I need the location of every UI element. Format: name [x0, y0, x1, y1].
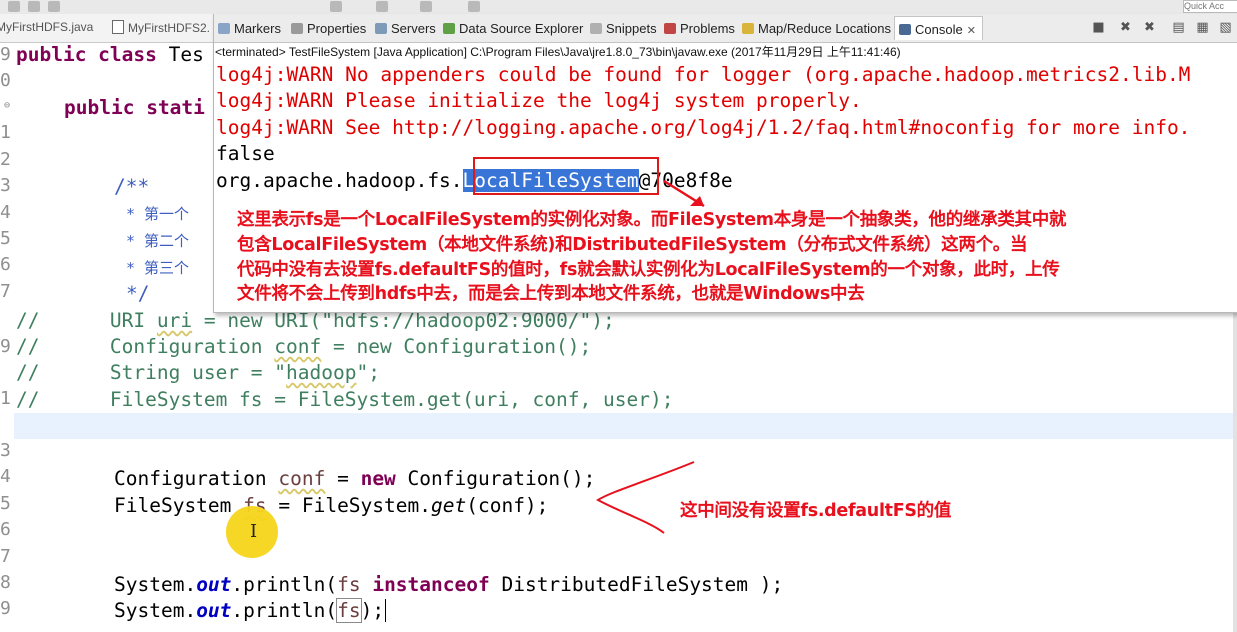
annotation-line: 这里表示fs是一个LocalFileSystem的实例化对象。而FileSyst…	[237, 210, 1067, 230]
annotation-line: 包含LocalFileSystem（本地文件系统)和DistributedFil…	[237, 235, 1028, 255]
text-cursor-icon: I	[250, 521, 258, 542]
annotation-line: 代码中没有去设置fs.defaultFS的值时，fs就会默认实例化为LocalF…	[237, 260, 1060, 280]
annotation-line: 文件将不会上传到hdfs中去，而是会上传到本地文件系统，也就是Windows中去	[237, 284, 865, 304]
note-annotation: 这中间没有设置fs.defaultFS的值	[680, 501, 952, 521]
annotation-arrows	[596, 179, 705, 534]
